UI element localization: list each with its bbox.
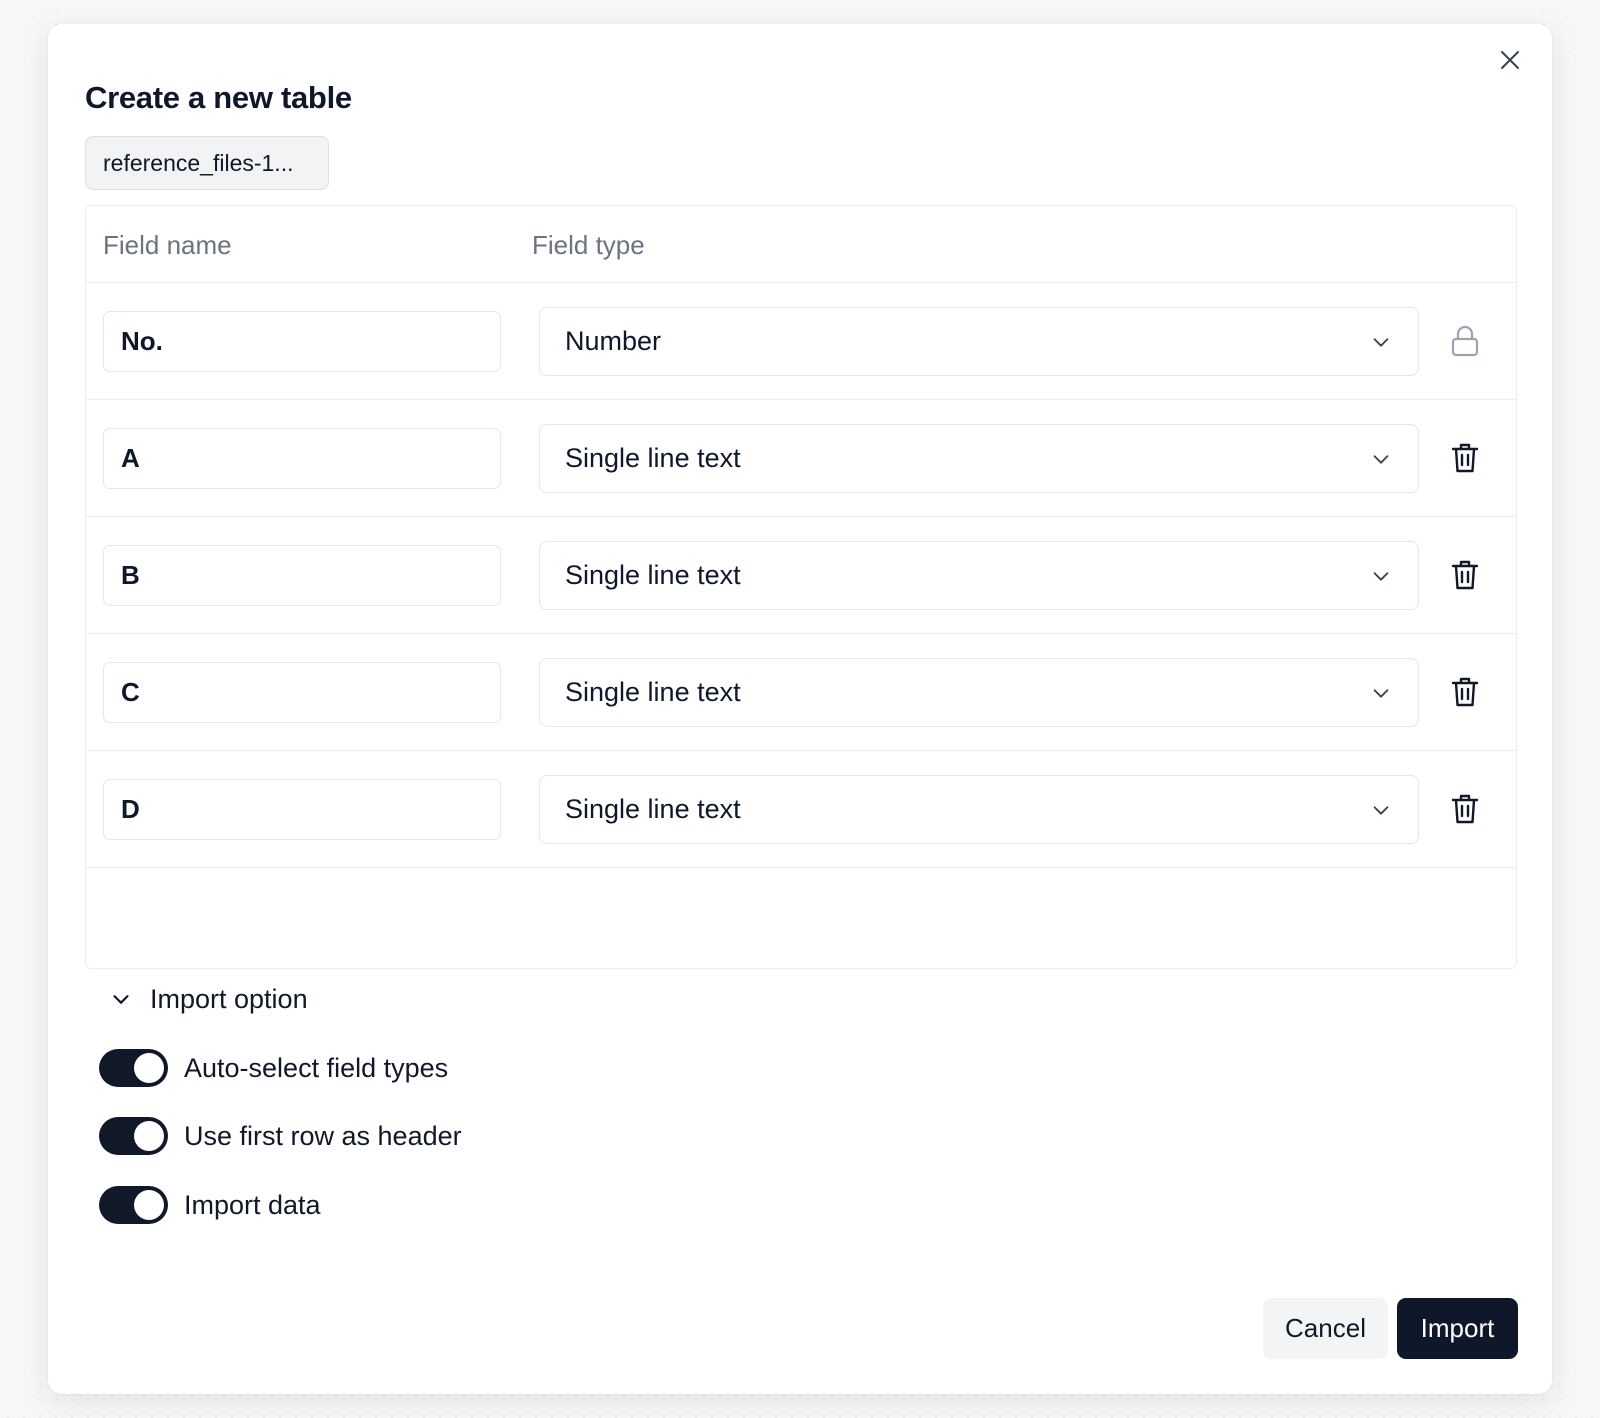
chevron-down-icon — [113, 995, 129, 1004]
field-type-select[interactable]: Number — [539, 307, 1419, 376]
table-row: B Single line text — [86, 517, 1516, 634]
first-row-header-label: Use first row as header — [184, 1120, 462, 1151]
field-type-header: Field type — [532, 230, 645, 260]
field-type-value: Single line text — [565, 443, 741, 473]
chevron-down-icon — [1373, 338, 1389, 347]
table-row: A Single line text — [86, 400, 1516, 517]
field-type-select[interactable]: Single line text — [539, 775, 1419, 844]
table-row: No. Number — [86, 283, 1516, 400]
chevron-down-icon — [1373, 806, 1389, 815]
table-row: C Single line text — [86, 634, 1516, 751]
create-table-dialog: Create a new table reference_files-1... … — [48, 24, 1552, 1394]
delete-field-button[interactable] — [1448, 791, 1482, 827]
auto-select-types-label: Auto-select field types — [184, 1052, 449, 1083]
import-data-label: Import data — [184, 1189, 321, 1220]
dialog-title: Create a new table — [85, 80, 352, 115]
chevron-down-icon — [1373, 455, 1389, 464]
import-data-switch[interactable] — [99, 1186, 168, 1224]
lock-indicator — [1448, 323, 1482, 359]
auto-select-types-option: Auto-select field types — [99, 1048, 448, 1088]
trash-icon — [1451, 794, 1479, 824]
switch-knob — [134, 1053, 164, 1083]
field-name-input[interactable]: B — [103, 545, 501, 606]
first-row-header-option: Use first row as header — [99, 1116, 462, 1156]
close-icon — [1501, 51, 1519, 69]
fields-table: Field name Field type No. Number A Singl… — [85, 205, 1517, 969]
delete-field-button[interactable] — [1448, 440, 1482, 476]
trash-icon — [1451, 677, 1479, 707]
field-type-value: Single line text — [565, 677, 741, 707]
chevron-down-icon — [1373, 572, 1389, 581]
delete-field-button[interactable] — [1448, 674, 1482, 710]
auto-select-types-switch[interactable] — [99, 1049, 168, 1087]
trash-icon — [1451, 560, 1479, 590]
cancel-button[interactable]: Cancel — [1263, 1298, 1388, 1359]
field-name-input[interactable]: C — [103, 662, 501, 723]
import-data-option: Import data — [99, 1185, 321, 1225]
delete-field-button[interactable] — [1448, 557, 1482, 593]
field-name-header: Field name — [103, 230, 232, 260]
trash-icon — [1451, 443, 1479, 473]
table-row: D Single line text — [86, 751, 1516, 868]
chevron-down-icon — [1373, 689, 1389, 698]
field-type-value: Number — [565, 326, 662, 356]
lock-icon — [1451, 325, 1479, 357]
field-name-input[interactable]: A — [103, 428, 501, 489]
field-type-select[interactable]: Single line text — [539, 658, 1419, 727]
field-type-select[interactable]: Single line text — [539, 424, 1419, 493]
switch-knob — [134, 1121, 164, 1151]
field-name-input[interactable]: D — [103, 779, 501, 840]
field-type-select[interactable]: Single line text — [539, 541, 1419, 610]
import-option-toggle[interactable]: Import option — [110, 979, 308, 1019]
import-option-label: Import option — [150, 983, 308, 1014]
table-header: Field name Field type — [86, 206, 1516, 283]
field-type-value: Single line text — [565, 560, 741, 590]
switch-knob — [134, 1190, 164, 1220]
import-button[interactable]: Import — [1397, 1298, 1518, 1359]
field-type-value: Single line text — [565, 794, 741, 824]
field-name-input[interactable]: No. — [103, 311, 501, 372]
file-tab[interactable]: reference_files-1... — [85, 136, 329, 190]
close-button[interactable] — [1492, 42, 1528, 78]
first-row-header-switch[interactable] — [99, 1117, 168, 1155]
